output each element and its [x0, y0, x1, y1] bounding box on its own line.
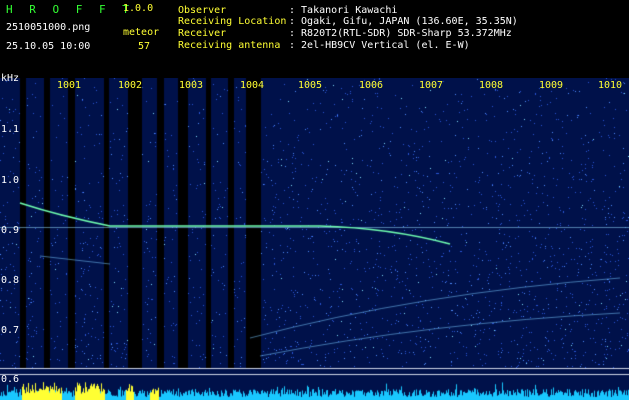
app-logo: H R O F F T — [6, 3, 134, 16]
x-tick-label: 1003 — [179, 80, 204, 91]
x-tick-label: 1010 — [598, 80, 623, 91]
x-tick-label: 1008 — [479, 80, 504, 91]
antenna-value: : 2el-HB9CV Vertical (el. E-W) — [289, 40, 470, 51]
x-tick-label: 1007 — [419, 80, 444, 91]
y-tick-label: 1.1 — [1, 124, 20, 135]
hrofft-window: H R O F F T 1.0.0 2510051000.png 25.10.0… — [0, 0, 629, 400]
x-tick-label: 1001 — [57, 80, 82, 91]
x-tick-label: 1004 — [240, 80, 265, 91]
x-tick-label: 1006 — [359, 80, 384, 91]
y-tick-label: 0.6 — [1, 374, 20, 385]
meteor-count: 57 — [138, 41, 151, 52]
receiver-label: Receiver — [178, 28, 227, 39]
y-axis-unit: kHz — [1, 73, 20, 84]
y-tick-label: 0.7 — [1, 325, 20, 336]
x-tick-label: 1009 — [539, 80, 564, 91]
observer-label: Observer — [178, 5, 227, 16]
y-tick-label: 0.9 — [1, 225, 20, 236]
detector-label: meteor — [123, 27, 160, 38]
capture-datetime: 25.10.05 10:00 — [6, 41, 91, 52]
x-tick-label: 1005 — [298, 80, 323, 91]
location-value: : Ogaki, Gifu, JAPAN (136.60E, 35.35N) — [289, 16, 518, 27]
antenna-label: Receiving antenna — [178, 40, 281, 51]
app-version: 1.0.0 — [123, 3, 154, 14]
y-tick-label: 1.0 — [1, 175, 20, 186]
image-filename: 2510051000.png — [6, 22, 91, 33]
location-label: Receiving Location — [178, 16, 287, 27]
spectrogram-canvas — [0, 78, 629, 400]
x-tick-label: 1002 — [118, 80, 143, 91]
y-tick-label: 0.8 — [1, 275, 20, 286]
receiver-value: : R820T2(RTL-SDR) SDR-Sharp 53.372MHz — [289, 28, 512, 39]
observer-value: : Takanori Kawachi — [289, 5, 398, 16]
